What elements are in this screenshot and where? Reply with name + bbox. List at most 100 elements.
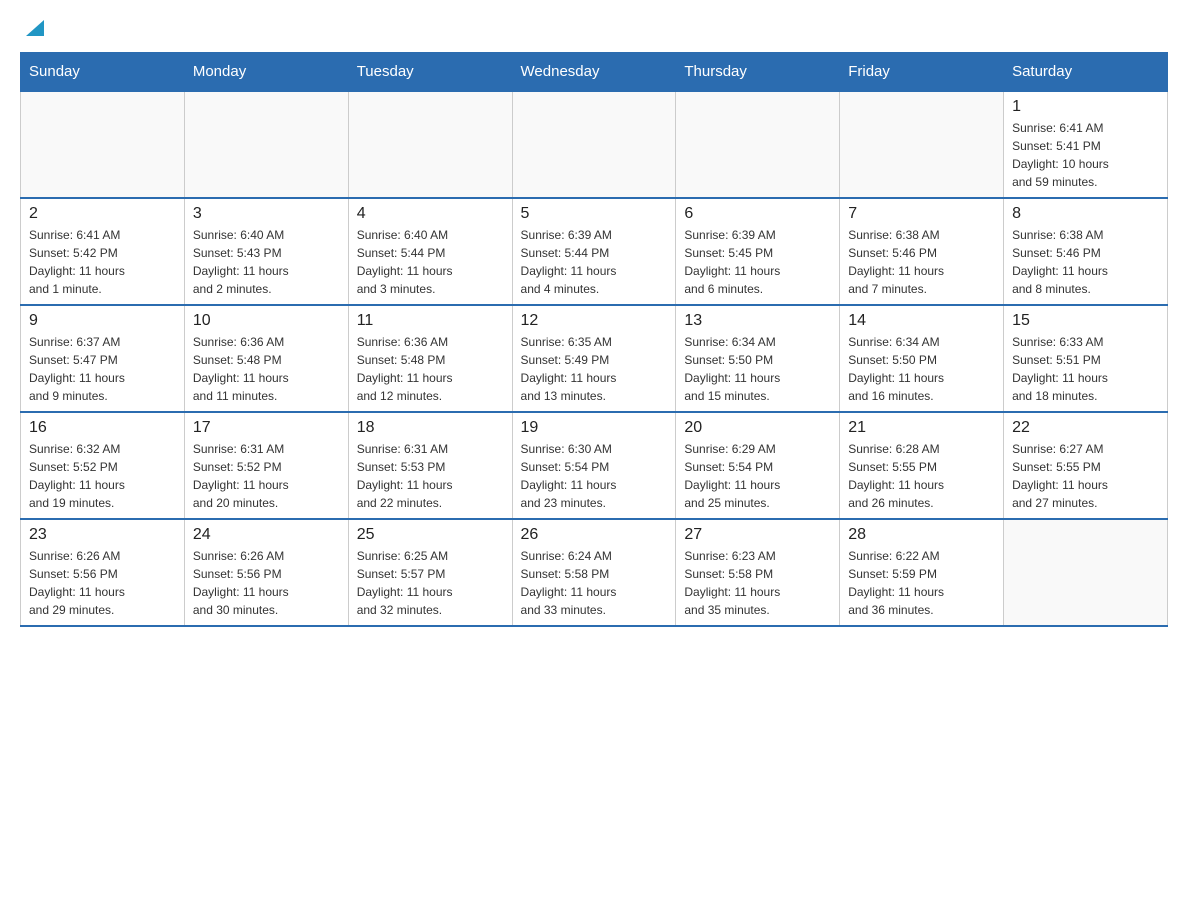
header-cell-monday: Monday — [184, 53, 348, 92]
day-number: 24 — [193, 526, 340, 544]
day-cell: 10 Sunrise: 6:36 AM Sunset: 5:48 PM Dayli… — [184, 305, 348, 412]
day-cell: 18Sunrise: 6:31 AM Sunset: 5:53 PM Dayli… — [348, 412, 512, 519]
day-info: Sunrise: 6:34 AM Sunset: 5:50 PM Dayligh… — [848, 333, 995, 405]
day-number: 28 — [848, 526, 995, 544]
header-cell-tuesday: Tuesday — [348, 53, 512, 92]
day-info: Sunrise: 6:36 AM Sunset: 5:48 PM Dayligh… — [193, 333, 340, 405]
day-cell: 2 Sunrise: 6:41 AM Sunset: 5:42 PM Daylig… — [21, 198, 185, 305]
week-row-1: 2 Sunrise: 6:41 AM Sunset: 5:42 PM Daylig… — [21, 198, 1168, 305]
day-info: Sunrise: 6:31 AM Sunset: 5:53 PM Dayligh… — [357, 440, 504, 512]
day-number: 16 — [29, 419, 176, 437]
day-info: Sunrise: 6:40 AM Sunset: 5:44 PM Dayligh… — [357, 226, 504, 298]
day-number: 21 — [848, 419, 995, 437]
week-row-0: 1 Sunrise: 6:41 AM Sunset: 5:41 PM Daylig… — [21, 91, 1168, 198]
header-cell-wednesday: Wednesday — [512, 53, 676, 92]
day-cell: 22 Sunrise: 6:27 AM Sunset: 5:55 PM Dayli… — [1004, 412, 1168, 519]
day-number: 3 — [193, 205, 340, 223]
day-cell: 6 Sunrise: 6:39 AM Sunset: 5:45 PM Daylig… — [676, 198, 840, 305]
day-cell: 23Sunrise: 6:26 AM Sunset: 5:56 PM Dayli… — [21, 519, 185, 626]
day-cell — [348, 91, 512, 198]
day-cell: 17 Sunrise: 6:31 AM Sunset: 5:52 PM Dayli… — [184, 412, 348, 519]
day-cell — [512, 91, 676, 198]
day-cell — [1004, 519, 1168, 626]
day-info: Sunrise: 6:40 AM Sunset: 5:43 PM Dayligh… — [193, 226, 340, 298]
day-number: 15 — [1012, 312, 1159, 330]
day-number: 10 — [193, 312, 340, 330]
day-number: 11 — [357, 312, 504, 330]
day-info: Sunrise: 6:27 AM Sunset: 5:55 PM Dayligh… — [1012, 440, 1159, 512]
header-cell-thursday: Thursday — [676, 53, 840, 92]
day-cell: 28 Sunrise: 6:22 AM Sunset: 5:59 PM Dayli… — [840, 519, 1004, 626]
day-info: Sunrise: 6:28 AM Sunset: 5:55 PM Dayligh… — [848, 440, 995, 512]
day-cell — [676, 91, 840, 198]
day-cell: 24 Sunrise: 6:26 AM Sunset: 5:56 PM Dayli… — [184, 519, 348, 626]
day-cell — [840, 91, 1004, 198]
calendar-table: SundayMondayTuesdayWednesdayThursdayFrid… — [20, 52, 1168, 627]
calendar-header: SundayMondayTuesdayWednesdayThursdayFrid… — [21, 53, 1168, 92]
day-cell: 8 Sunrise: 6:38 AM Sunset: 5:46 PM Daylig… — [1004, 198, 1168, 305]
day-number: 14 — [848, 312, 995, 330]
day-number: 2 — [29, 205, 176, 223]
day-number: 19 — [521, 419, 668, 437]
day-number: 9 — [29, 312, 176, 330]
header-cell-saturday: Saturday — [1004, 53, 1168, 92]
day-cell: 1 Sunrise: 6:41 AM Sunset: 5:41 PM Daylig… — [1004, 91, 1168, 198]
day-info: Sunrise: 6:41 AM Sunset: 5:42 PM Dayligh… — [29, 226, 176, 298]
day-number: 4 — [357, 205, 504, 223]
day-cell: 9 Sunrise: 6:37 AM Sunset: 5:47 PM Daylig… — [21, 305, 185, 412]
day-info: Sunrise: 6:32 AM Sunset: 5:52 PM Dayligh… — [29, 440, 176, 512]
logo — [20, 20, 44, 36]
day-cell — [184, 91, 348, 198]
header-row: SundayMondayTuesdayWednesdayThursdayFrid… — [21, 53, 1168, 92]
week-row-3: 16 Sunrise: 6:32 AM Sunset: 5:52 PM Dayli… — [21, 412, 1168, 519]
day-cell: 26 Sunrise: 6:24 AM Sunset: 5:58 PM Dayli… — [512, 519, 676, 626]
day-number: 8 — [1012, 205, 1159, 223]
day-number: 17 — [193, 419, 340, 437]
day-info: Sunrise: 6:39 AM Sunset: 5:44 PM Dayligh… — [521, 226, 668, 298]
day-info: Sunrise: 6:35 AM Sunset: 5:49 PM Dayligh… — [521, 333, 668, 405]
day-info: Sunrise: 6:41 AM Sunset: 5:41 PM Dayligh… — [1012, 119, 1159, 191]
day-info: Sunrise: 6:37 AM Sunset: 5:47 PM Dayligh… — [29, 333, 176, 405]
day-cell: 16 Sunrise: 6:32 AM Sunset: 5:52 PM Dayli… — [21, 412, 185, 519]
day-cell: 12Sunrise: 6:35 AM Sunset: 5:49 PM Dayli… — [512, 305, 676, 412]
day-info: Sunrise: 6:26 AM Sunset: 5:56 PM Dayligh… — [193, 547, 340, 619]
day-cell: 13Sunrise: 6:34 AM Sunset: 5:50 PM Dayli… — [676, 305, 840, 412]
day-info: Sunrise: 6:33 AM Sunset: 5:51 PM Dayligh… — [1012, 333, 1159, 405]
day-number: 27 — [684, 526, 831, 544]
header-cell-sunday: Sunday — [21, 53, 185, 92]
day-info: Sunrise: 6:38 AM Sunset: 5:46 PM Dayligh… — [1012, 226, 1159, 298]
day-cell: 11 Sunrise: 6:36 AM Sunset: 5:48 PM Dayli… — [348, 305, 512, 412]
day-cell: 14 Sunrise: 6:34 AM Sunset: 5:50 PM Dayli… — [840, 305, 1004, 412]
day-number: 20 — [684, 419, 831, 437]
day-number: 23 — [29, 526, 176, 544]
day-info: Sunrise: 6:31 AM Sunset: 5:52 PM Dayligh… — [193, 440, 340, 512]
day-number: 5 — [521, 205, 668, 223]
day-number: 26 — [521, 526, 668, 544]
day-info: Sunrise: 6:30 AM Sunset: 5:54 PM Dayligh… — [521, 440, 668, 512]
day-number: 1 — [1012, 98, 1159, 116]
day-info: Sunrise: 6:39 AM Sunset: 5:45 PM Dayligh… — [684, 226, 831, 298]
day-number: 6 — [684, 205, 831, 223]
day-info: Sunrise: 6:23 AM Sunset: 5:58 PM Dayligh… — [684, 547, 831, 619]
day-cell: 21 Sunrise: 6:28 AM Sunset: 5:55 PM Dayli… — [840, 412, 1004, 519]
header-cell-friday: Friday — [840, 53, 1004, 92]
day-number: 22 — [1012, 419, 1159, 437]
day-cell — [21, 91, 185, 198]
day-cell: 5 Sunrise: 6:39 AM Sunset: 5:44 PM Daylig… — [512, 198, 676, 305]
day-cell: 3 Sunrise: 6:40 AM Sunset: 5:43 PM Daylig… — [184, 198, 348, 305]
day-cell: 7Sunrise: 6:38 AM Sunset: 5:46 PM Daylig… — [840, 198, 1004, 305]
day-cell: 4 Sunrise: 6:40 AM Sunset: 5:44 PM Daylig… — [348, 198, 512, 305]
day-number: 25 — [357, 526, 504, 544]
week-row-2: 9 Sunrise: 6:37 AM Sunset: 5:47 PM Daylig… — [21, 305, 1168, 412]
day-cell: 20 Sunrise: 6:29 AM Sunset: 5:54 PM Dayli… — [676, 412, 840, 519]
day-info: Sunrise: 6:25 AM Sunset: 5:57 PM Dayligh… — [357, 547, 504, 619]
day-info: Sunrise: 6:22 AM Sunset: 5:59 PM Dayligh… — [848, 547, 995, 619]
day-number: 7 — [848, 205, 995, 223]
day-info: Sunrise: 6:29 AM Sunset: 5:54 PM Dayligh… — [684, 440, 831, 512]
header — [20, 20, 1168, 36]
day-cell: 19 Sunrise: 6:30 AM Sunset: 5:54 PM Dayli… — [512, 412, 676, 519]
day-info: Sunrise: 6:36 AM Sunset: 5:48 PM Dayligh… — [357, 333, 504, 405]
day-info: Sunrise: 6:24 AM Sunset: 5:58 PM Dayligh… — [521, 547, 668, 619]
day-number: 13 — [684, 312, 831, 330]
logo-triangle-icon — [26, 20, 44, 36]
